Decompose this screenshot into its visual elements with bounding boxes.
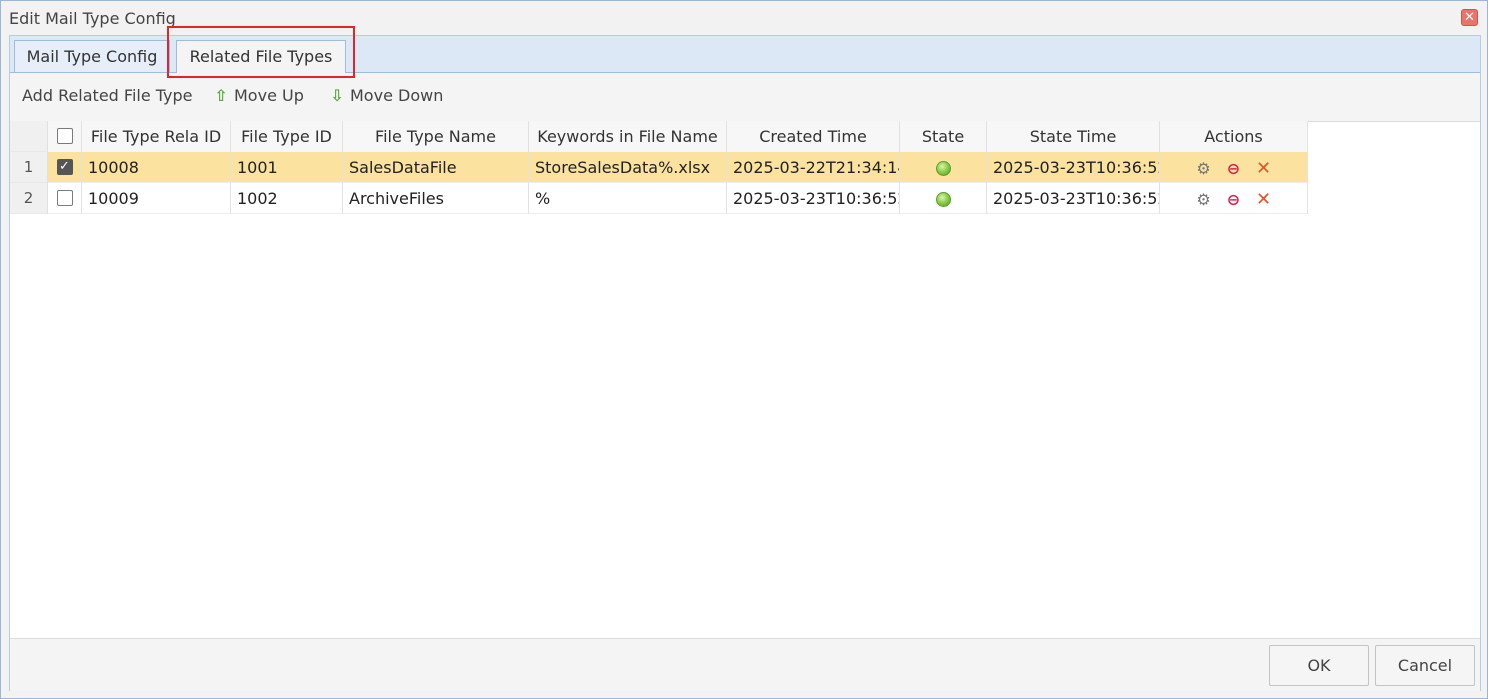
cell-keywords: % bbox=[529, 183, 727, 214]
cell-created-time: 2025-03-23T10:36:52 bbox=[727, 183, 900, 214]
select-all-cell bbox=[48, 121, 82, 152]
cell-actions: ⚙ ⊖ ✕ bbox=[1160, 152, 1308, 183]
highlight-box bbox=[167, 26, 355, 78]
row-number: 2 bbox=[10, 183, 48, 214]
arrow-up-icon: ⇧ bbox=[214, 86, 228, 105]
header-state[interactable]: State bbox=[900, 121, 987, 152]
cell-file-type-name: SalesDataFile bbox=[343, 152, 529, 183]
minus-circle-icon[interactable]: ⊖ bbox=[1223, 153, 1245, 182]
add-related-file-type-button[interactable]: Add Related File Type bbox=[22, 86, 193, 105]
cell-file-type-id: 1001 bbox=[231, 152, 343, 183]
row-select-cell: ✓ bbox=[48, 152, 82, 183]
row-checkbox[interactable]: ✓ bbox=[56, 158, 73, 175]
header-state-time[interactable]: State Time bbox=[987, 121, 1160, 152]
cell-state-time: 2025-03-23T10:36:52 bbox=[987, 152, 1160, 183]
cell-rela-id: 10008 bbox=[82, 152, 231, 183]
header-file-type-id[interactable]: File Type ID bbox=[231, 121, 343, 152]
select-all-checkbox[interactable] bbox=[56, 127, 73, 144]
grid-header: File Type Rela ID File Type ID File Type… bbox=[10, 121, 1308, 153]
gear-icon[interactable]: ⚙ bbox=[1193, 153, 1215, 182]
arrow-down-icon: ⇩ bbox=[330, 86, 344, 105]
cell-state bbox=[900, 183, 987, 214]
ok-button[interactable]: OK bbox=[1269, 645, 1369, 686]
move-down-button[interactable]: ⇩ Move Down bbox=[330, 86, 443, 105]
move-down-label: Move Down bbox=[350, 86, 444, 105]
delete-x-icon[interactable]: ✕ bbox=[1253, 184, 1275, 213]
cell-file-type-name: ArchiveFiles bbox=[343, 183, 529, 214]
gear-icon[interactable]: ⚙ bbox=[1193, 184, 1215, 213]
add-related-file-type-label: Add Related File Type bbox=[22, 86, 193, 105]
row-number-header bbox=[10, 121, 48, 152]
row-checkbox[interactable] bbox=[56, 189, 73, 206]
state-active-icon bbox=[935, 192, 951, 207]
minus-circle-icon[interactable]: ⊖ bbox=[1223, 184, 1245, 213]
dialog-footer: OK Cancel bbox=[10, 638, 1480, 691]
edit-mail-type-config-dialog: Edit Mail Type Config ✕ Mail Type Config… bbox=[0, 0, 1488, 699]
cell-keywords: StoreSalesData%.xlsx bbox=[529, 152, 727, 183]
close-icon[interactable]: ✕ bbox=[1461, 9, 1478, 26]
toolbar: Add Related File Type ⇧ Move Up ⇩ Move Dow… bbox=[10, 73, 1480, 122]
cell-actions: ⚙ ⊖ ✕ bbox=[1160, 183, 1308, 214]
header-keywords[interactable]: Keywords in File Name bbox=[529, 121, 727, 152]
cancel-button[interactable]: Cancel bbox=[1375, 645, 1475, 686]
move-up-label: Move Up bbox=[234, 86, 304, 105]
cell-created-time: 2025-03-22T21:34:14 bbox=[727, 152, 900, 183]
row-number: 1 bbox=[10, 152, 48, 183]
header-file-type-name[interactable]: File Type Name bbox=[343, 121, 529, 152]
cell-rela-id: 10009 bbox=[82, 183, 231, 214]
cell-state-time: 2025-03-23T10:36:52 bbox=[987, 183, 1160, 214]
header-actions: Actions bbox=[1160, 121, 1308, 152]
delete-x-icon[interactable]: ✕ bbox=[1253, 153, 1275, 182]
table-row[interactable]: 1 ✓ 10008 1001 SalesDataFile StoreSalesD… bbox=[10, 152, 1308, 183]
header-created-time[interactable]: Created Time bbox=[727, 121, 900, 152]
state-active-icon bbox=[935, 161, 951, 176]
table-row[interactable]: 2 10009 1002 ArchiveFiles % 2025-03-23T1… bbox=[10, 183, 1308, 214]
header-file-type-rela-id[interactable]: File Type Rela ID bbox=[82, 121, 231, 152]
cell-state bbox=[900, 152, 987, 183]
cell-file-type-id: 1002 bbox=[231, 183, 343, 214]
tab-mail-type-config[interactable]: Mail Type Config bbox=[14, 40, 170, 72]
tab-panel: Mail Type Config Related File Types Add … bbox=[9, 35, 1481, 691]
move-up-button[interactable]: ⇧ Move Up bbox=[214, 86, 304, 105]
dialog-title: Edit Mail Type Config bbox=[9, 9, 176, 28]
row-select-cell bbox=[48, 183, 82, 214]
